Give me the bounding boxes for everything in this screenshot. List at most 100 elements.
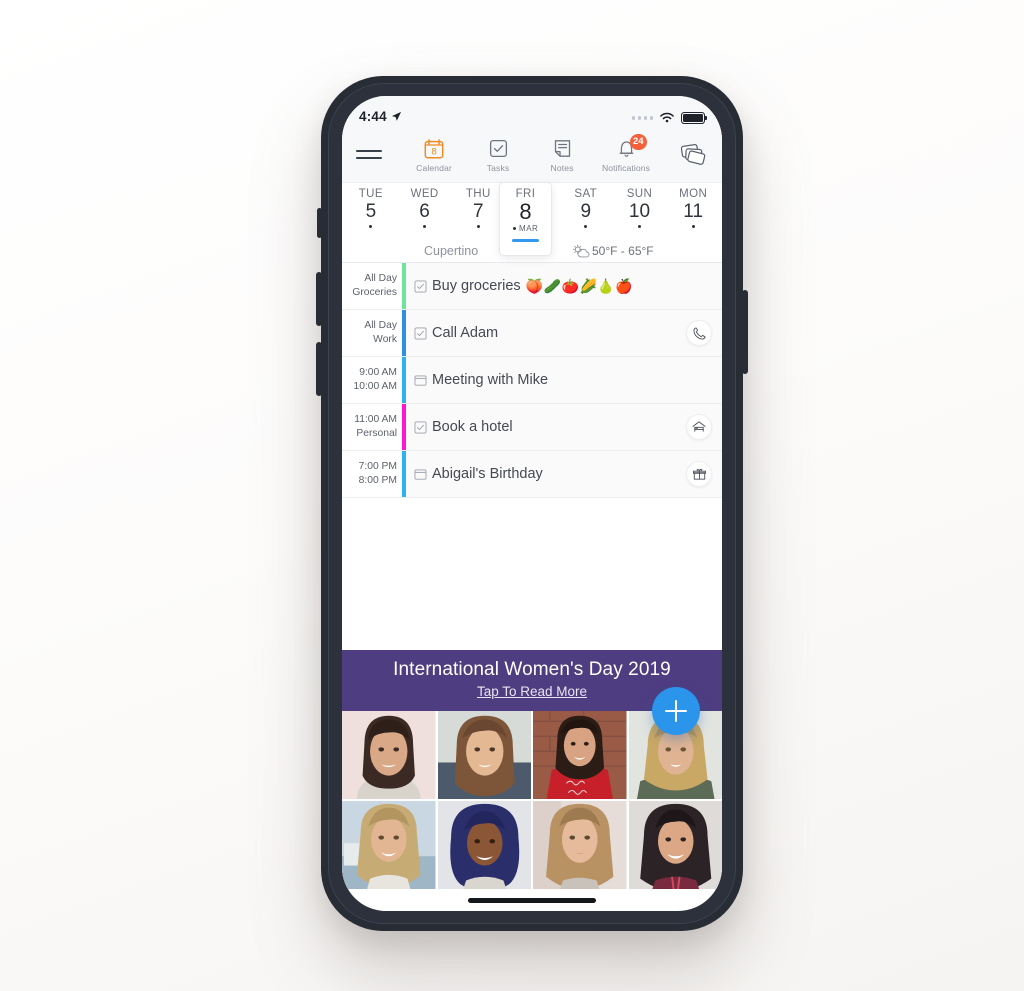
nav-tabs: 8 Calendar Tasks Notes 24 Notifications bbox=[382, 133, 678, 173]
event-title: Abigail's Birthday bbox=[432, 466, 543, 482]
event-body: Meeting with Mike bbox=[406, 357, 676, 403]
volume-down-button[interactable] bbox=[316, 342, 322, 396]
status-bar: 4:44 bbox=[342, 96, 722, 127]
svg-text:8: 8 bbox=[431, 146, 436, 157]
wifi-icon bbox=[660, 112, 674, 123]
selected-date-month-group: MAR bbox=[512, 224, 539, 233]
weather-range: 50°F - 65°F bbox=[592, 244, 654, 258]
status-bar-time-group: 4:44 bbox=[359, 109, 402, 124]
event-emoji: 🍑🥒🍅🌽🍐🍎 bbox=[525, 277, 634, 294]
event-time-end: 8:00 PM bbox=[358, 475, 397, 486]
event-body: Abigail's Birthday bbox=[406, 451, 676, 497]
stacked-cards-icon[interactable] bbox=[678, 142, 708, 167]
date-event-dot bbox=[691, 225, 695, 229]
event-time-end: 10:00 AM bbox=[353, 381, 397, 392]
event-list: All Day Groceries Buy groceries 🍑🥒🍅🌽� bbox=[342, 263, 722, 650]
date-cell-thu-7[interactable]: THU 7 bbox=[451, 183, 505, 240]
date-cell-mon-11[interactable]: MON 11 bbox=[666, 183, 720, 240]
checkbox-icon[interactable] bbox=[414, 327, 427, 340]
list-item[interactable] bbox=[437, 711, 531, 799]
home-indicator-bar[interactable] bbox=[468, 898, 596, 903]
event-action-slot[interactable] bbox=[676, 451, 722, 497]
list-item[interactable] bbox=[437, 801, 531, 889]
event-list-empty-space bbox=[342, 498, 722, 650]
date-number: 5 bbox=[365, 201, 377, 222]
banner-title: International Women's Day 2019 bbox=[393, 659, 671, 680]
event-action-slot[interactable] bbox=[676, 404, 722, 450]
cellular-dots-icon bbox=[631, 116, 653, 120]
event-body: Buy groceries 🍑🥒🍅🌽🍐🍎 bbox=[406, 263, 676, 309]
date-number: 10 bbox=[628, 201, 651, 222]
event-time-column: All Day Work bbox=[342, 310, 402, 356]
date-event-dot bbox=[476, 225, 480, 229]
date-number: 6 bbox=[419, 201, 430, 222]
screenshot-stage: 4:44 8 Calendar Tasks Notes 24 Notificat… bbox=[0, 0, 1024, 991]
tab-notifications[interactable]: 24 Notifications bbox=[594, 133, 658, 173]
date-number: 7 bbox=[473, 201, 484, 222]
date-dow: THU bbox=[465, 188, 491, 200]
event-body: Call Adam bbox=[406, 310, 676, 356]
event-time-start: All Day bbox=[364, 319, 397, 331]
event-calendar-name: Personal bbox=[356, 428, 397, 439]
date-event-dot bbox=[369, 225, 373, 229]
hotel-bed-icon[interactable] bbox=[686, 414, 712, 440]
city-label: Cupertino bbox=[424, 244, 479, 258]
hamburger-menu-icon[interactable] bbox=[356, 150, 382, 159]
date-number: 9 bbox=[580, 201, 592, 222]
tab-calendar-label: Calendar bbox=[416, 162, 452, 173]
notifications-badge: 24 bbox=[630, 133, 647, 150]
table-row[interactable]: 9:00 AM 10:00 AM Meeting with Mike bbox=[342, 357, 722, 404]
event-title: Book a hotel bbox=[432, 419, 513, 435]
date-cell-sun-10[interactable]: SUN 10 bbox=[613, 183, 667, 240]
banner-link[interactable]: Tap To Read More bbox=[477, 684, 587, 699]
status-bar-time: 4:44 bbox=[359, 109, 387, 124]
selected-date-number: 8 bbox=[519, 199, 532, 224]
list-item[interactable] bbox=[533, 801, 627, 889]
date-cell-wed-6[interactable]: WED 6 bbox=[398, 183, 452, 240]
calendar-event-icon bbox=[414, 468, 427, 481]
list-item[interactable] bbox=[342, 711, 436, 799]
tab-notes[interactable]: Notes bbox=[530, 137, 594, 173]
silent-switch[interactable] bbox=[317, 208, 322, 238]
list-item[interactable] bbox=[342, 801, 436, 889]
event-time-start: 11:00 AM bbox=[354, 413, 397, 425]
list-item[interactable] bbox=[628, 801, 722, 889]
power-button[interactable] bbox=[742, 290, 748, 374]
event-action-slot bbox=[676, 263, 722, 309]
event-time-column: All Day Groceries bbox=[342, 263, 402, 309]
date-cell-selected-fri-8[interactable]: FRI 8 MAR bbox=[499, 182, 552, 256]
date-dow: SAT bbox=[574, 188, 598, 200]
date-event-dot bbox=[422, 225, 427, 229]
table-row[interactable]: 7:00 PM 8:00 PM Abigail's Birthday bbox=[342, 451, 722, 498]
date-cell-sat-9[interactable]: SAT 9 bbox=[559, 183, 613, 240]
event-time-start: All Day bbox=[364, 272, 397, 284]
event-title: Meeting with Mike bbox=[432, 372, 549, 388]
date-dow: WED bbox=[410, 188, 439, 200]
event-calendar-name: Groceries bbox=[352, 287, 397, 298]
date-dow: TUE bbox=[358, 188, 383, 200]
table-row[interactable]: All Day Groceries Buy groceries 🍑🥒🍅🌽� bbox=[342, 263, 722, 310]
date-strip: TUE 5 WED 6 THU 7 SAT 9 SUN 10 MON 11 FR… bbox=[342, 182, 722, 256]
event-action-slot[interactable] bbox=[676, 310, 722, 356]
table-row[interactable]: All Day Work Call Adam bbox=[342, 310, 722, 357]
date-event-dot bbox=[584, 225, 588, 229]
add-button[interactable] bbox=[652, 687, 700, 735]
date-dow: MON bbox=[679, 188, 708, 200]
gift-icon[interactable] bbox=[686, 461, 712, 487]
event-title: Call Adam bbox=[432, 325, 499, 341]
list-item[interactable] bbox=[533, 711, 627, 799]
status-bar-indicators bbox=[631, 112, 708, 124]
phone-device: 4:44 8 Calendar Tasks Notes 24 Notificat… bbox=[316, 76, 748, 931]
table-row[interactable]: 11:00 AM Personal Book a hotel bbox=[342, 404, 722, 451]
tab-tasks[interactable]: Tasks bbox=[466, 137, 530, 173]
tab-calendar[interactable]: 8 Calendar bbox=[402, 137, 466, 173]
checkbox-icon[interactable] bbox=[414, 421, 427, 434]
date-number: 11 bbox=[683, 201, 704, 222]
battery-full-icon bbox=[681, 112, 708, 124]
volume-up-button[interactable] bbox=[316, 272, 322, 326]
event-calendar-name: Work bbox=[373, 334, 397, 345]
event-time-column: 9:00 AM 10:00 AM bbox=[342, 357, 402, 403]
phone-icon[interactable] bbox=[686, 320, 712, 346]
checkbox-icon[interactable] bbox=[414, 280, 427, 293]
date-cell-tue-5[interactable]: TUE 5 bbox=[344, 183, 398, 240]
